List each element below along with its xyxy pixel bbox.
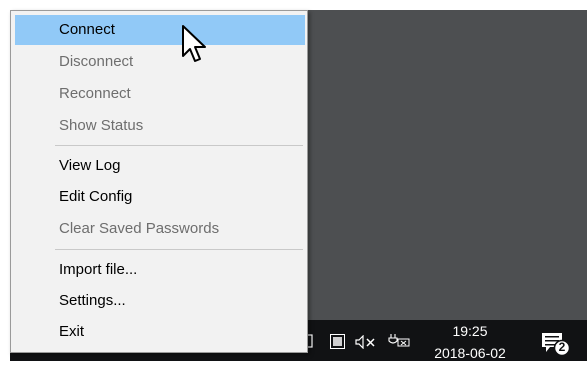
notification-count: 2 (558, 340, 566, 354)
menu-item-reconnect[interactable]: Reconnect (15, 79, 305, 109)
menu-item-exit[interactable]: Exit (15, 317, 305, 347)
menu-item-clear-saved-passwords[interactable]: Clear Saved Passwords (15, 214, 305, 244)
menu-item-view-log[interactable]: View Log (15, 151, 305, 181)
menu-separator (55, 145, 303, 146)
speaker-muted-icon[interactable] (355, 334, 377, 354)
menu-item-settings[interactable]: Settings... (15, 286, 305, 316)
menu-item-show-status[interactable]: Show Status (15, 111, 305, 141)
menu-item-connect[interactable]: Connect (15, 15, 305, 45)
notification-center-icon[interactable]: 2 (540, 331, 574, 362)
menu-item-import-file[interactable]: Import file... (15, 255, 305, 285)
context-menu: Connect Disconnect Reconnect Show Status… (10, 10, 308, 353)
grid-icon[interactable] (330, 334, 345, 354)
battery-icon[interactable] (388, 333, 412, 354)
menu-separator (55, 249, 303, 250)
clock-time[interactable]: 19:25 (425, 323, 515, 339)
mouse-pointer-icon (180, 24, 210, 77)
menu-item-edit-config[interactable]: Edit Config (15, 182, 305, 212)
clock-date[interactable]: 2018-06-02 (425, 345, 515, 361)
menu-item-disconnect[interactable]: Disconnect (15, 47, 305, 77)
